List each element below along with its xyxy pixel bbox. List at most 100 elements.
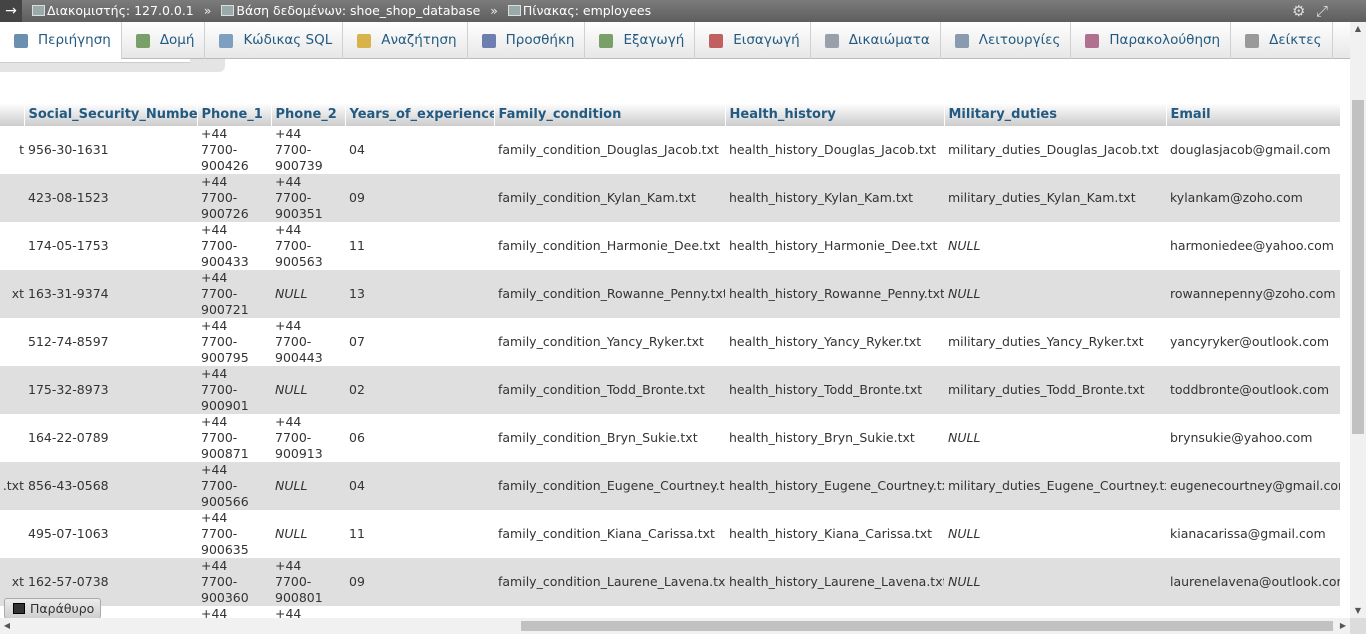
tab-privileges[interactable]: Δικαιώματα xyxy=(811,22,941,59)
tab-insert[interactable]: Προσθήκη xyxy=(468,22,586,59)
cell-health[interactable]: health_history_Yancy_Ryker.txt xyxy=(725,318,944,366)
tab-operations[interactable]: Λειτουργίες xyxy=(941,22,1072,59)
cell-phone1[interactable]: +44 7700-900726 xyxy=(197,174,271,222)
cell-health[interactable]: health_history_Rowanne_Penny.txt xyxy=(725,270,944,318)
table-row[interactable]: xt 163-31-9374 +44 7700-900721 NULL 13 family… xyxy=(0,270,1340,318)
cell-cut[interactable]: .txt xyxy=(0,462,24,510)
cell-phone2[interactable]: +44 7700-900739 xyxy=(271,126,345,174)
cell-military[interactable]: military_duties_Todd_Bronte.txt xyxy=(944,366,1166,414)
cell-phone1[interactable]: +44 7700-900566 xyxy=(197,462,271,510)
breadcrumb-table[interactable]: Πίνακας: employees xyxy=(507,0,651,22)
cell-family[interactable]: family_condition_Todd_Bronte.txt xyxy=(494,366,725,414)
cell-ssn[interactable]: 174-05-1753 xyxy=(24,222,197,270)
tab-sql[interactable]: Κώδικας SQL xyxy=(205,22,344,59)
cell-family[interactable]: family_condition_Rowanne_Penny.txt xyxy=(494,270,725,318)
cell-health[interactable]: health_history_Kylan_Kam.txt xyxy=(725,174,944,222)
cell-phone2[interactable]: +44 7700-900443 xyxy=(271,318,345,366)
cell-years[interactable]: 06 xyxy=(345,414,494,462)
cell-phone2[interactable]: +44 7700-900563 xyxy=(271,222,345,270)
scroll-up-icon[interactable]: ▲ xyxy=(1350,22,1366,36)
cell-years[interactable]: 09 xyxy=(345,174,494,222)
cell-family[interactable]: family_condition_Eugene_Courtney.txt xyxy=(494,462,725,510)
cell-cut[interactable]: t xyxy=(0,126,24,174)
horizontal-scroll-thumb[interactable] xyxy=(521,621,1333,631)
cell-health[interactable]: health_history_Eugene_Courtney.txt xyxy=(725,462,944,510)
cell-years[interactable]: 11 xyxy=(345,510,494,558)
cell-ssn[interactable]: 512-74-8597 xyxy=(24,318,197,366)
cell-phone1[interactable]: +44 7700-900426 xyxy=(197,126,271,174)
column-header-years[interactable]: Years_of_experience xyxy=(345,103,495,126)
cell-military[interactable]: NULL xyxy=(944,222,1166,270)
cell-cut[interactable] xyxy=(0,414,24,462)
cell-military[interactable]: military_duties_Kylan_Kam.txt xyxy=(944,174,1166,222)
tab-tracking[interactable]: Παρακολούθηση xyxy=(1071,22,1232,59)
tab-export[interactable]: Εξαγωγή xyxy=(585,22,696,59)
console-window-button[interactable]: Παράθυρο xyxy=(4,598,102,619)
cell-health[interactable]: health_history_Bryn_Sukie.txt xyxy=(725,414,944,462)
cell-health[interactable]: health_history_Laurene_Lavena.txt xyxy=(725,558,944,606)
cell-email[interactable]: rowannepenny@zoho.com xyxy=(1166,270,1340,318)
cell-phone1[interactable]: +44 7700-900360 xyxy=(197,558,271,606)
table-row[interactable]: 174-05-1753 +44 7700-900433 +44 7700-90056… xyxy=(0,222,1340,270)
cell-ssn[interactable]: 164-22-0789 xyxy=(24,414,197,462)
cell-ssn[interactable]: 856-43-0568 xyxy=(24,462,197,510)
cell-military[interactable]: military_duties_Eugene_Courtney.txt xyxy=(944,462,1166,510)
scroll-down-icon[interactable]: ▼ xyxy=(1350,604,1366,618)
cell-phone2[interactable]: NULL xyxy=(271,366,345,414)
cell-phone2[interactable]: NULL xyxy=(271,270,345,318)
tab-triggers[interactable]: Δείκτες xyxy=(1231,22,1333,59)
cell-family[interactable]: family_condition_Kiana_Carissa.txt xyxy=(494,510,725,558)
cell-cut[interactable] xyxy=(0,318,24,366)
horizontal-scrollbar[interactable]: ◀ ▶ xyxy=(0,618,1350,634)
table-row[interactable]: 175-32-8973 +44 7700-900901 NULL 02 family_c… xyxy=(0,366,1340,414)
column-header-military[interactable]: Military_duties xyxy=(944,103,1167,126)
cell-ssn[interactable]: 175-32-8973 xyxy=(24,366,197,414)
cell-family[interactable]: family_condition_Douglas_Jacob.txt xyxy=(494,126,725,174)
cell-cut[interactable] xyxy=(0,510,24,558)
table-row[interactable]: 423-08-1523 +44 7700-900726 +44 7700-90035… xyxy=(0,174,1340,222)
cell-years[interactable]: 02 xyxy=(345,366,494,414)
table-row[interactable]: 512-74-8597 +44 7700-900795 +44 7700-90044… xyxy=(0,318,1340,366)
column-header-phone1[interactable]: Phone_1 xyxy=(197,103,272,126)
cell-email[interactable]: laurenelavena@outlook.com xyxy=(1166,558,1340,606)
table-row[interactable]: xt 162-57-0738 +44 7700-900360 +44 7700-900… xyxy=(0,558,1340,606)
column-header-health[interactable]: Health_history xyxy=(725,103,945,126)
column-header-email[interactable]: Email xyxy=(1166,103,1341,126)
column-header-phone2[interactable]: Phone_2 xyxy=(271,103,346,126)
cell-phone1[interactable]: +44 7700-900795 xyxy=(197,318,271,366)
cell-cut[interactable] xyxy=(0,222,24,270)
cell-cut[interactable] xyxy=(0,366,24,414)
cell-cut[interactable]: xt xyxy=(0,270,24,318)
cell-phone2[interactable]: NULL xyxy=(271,510,345,558)
cell-military[interactable]: military_duties_Yancy_Ryker.txt xyxy=(944,318,1166,366)
table-row[interactable]: t 956-30-1631 +44 7700-900426 +44 7700-9007… xyxy=(0,126,1340,174)
cell-health[interactable]: health_history_Harmonie_Dee.txt xyxy=(725,222,944,270)
cell-health[interactable]: health_history_Douglas_Jacob.txt xyxy=(725,126,944,174)
table-row[interactable]: 495-07-1063 +44 7700-900635 NULL 11 family_c… xyxy=(0,510,1340,558)
cell-years[interactable]: 11 xyxy=(345,222,494,270)
cell-military[interactable]: NULL xyxy=(944,510,1166,558)
cell-military[interactable]: military_duties_Douglas_Jacob.txt xyxy=(944,126,1166,174)
cell-years[interactable]: 07 xyxy=(345,318,494,366)
cell-email[interactable]: eugenecourtney@gmail.com xyxy=(1166,462,1340,510)
cell-ssn[interactable]: 495-07-1063 xyxy=(24,510,197,558)
cell-years[interactable]: 13 xyxy=(345,270,494,318)
cell-family[interactable]: family_condition_Kylan_Kam.txt xyxy=(494,174,725,222)
gear-icon[interactable]: ⚙ xyxy=(1292,0,1305,22)
cell-phone1[interactable]: +44 7700-900901 xyxy=(197,366,271,414)
breadcrumb-server[interactable]: Διακομιστής: 127.0.0.1 xyxy=(32,0,194,22)
cell-email[interactable]: toddbronte@outlook.com xyxy=(1166,366,1340,414)
cell-phone1[interactable]: +44 7700-900433 xyxy=(197,222,271,270)
cell-phone2[interactable]: +44 7700-900801 xyxy=(271,558,345,606)
cell-military[interactable]: NULL xyxy=(944,558,1166,606)
tab-search[interactable]: Αναζήτηση xyxy=(343,22,468,59)
cell-family[interactable]: family_condition_Laurene_Lavena.txt xyxy=(494,558,725,606)
table-row[interactable]: 164-22-0789 +44 7700-900871 +44 7700-90091… xyxy=(0,414,1340,462)
cell-military[interactable]: NULL xyxy=(944,414,1166,462)
cell-years[interactable]: 04 xyxy=(345,126,494,174)
cell-health[interactable]: health_history_Todd_Bronte.txt xyxy=(725,366,944,414)
cell-phone1[interactable]: +44 7700-900871 xyxy=(197,414,271,462)
breadcrumb-database[interactable]: Βάση δεδομένων: shoe_shop_database xyxy=(221,0,480,22)
cell-phone1[interactable]: +44 7700-900635 xyxy=(197,510,271,558)
cell-years[interactable]: 04 xyxy=(345,462,494,510)
